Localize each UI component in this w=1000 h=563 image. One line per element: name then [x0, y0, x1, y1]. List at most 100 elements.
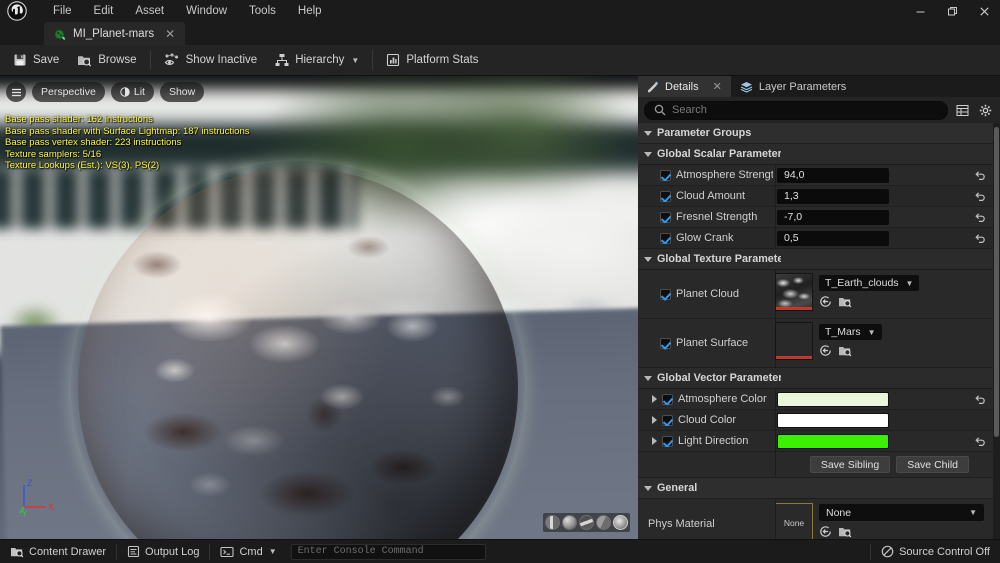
- parameter-row-cloud-color[interactable]: Cloud Color: [638, 410, 993, 431]
- category-global-vector-parameters[interactable]: Global Vector Parameter Valu: [638, 368, 993, 389]
- output-log-button[interactable]: Output Log: [117, 540, 209, 563]
- plane-preview-button[interactable]: [579, 515, 594, 530]
- parameter-label: Planet Cloud: [676, 288, 739, 300]
- parameter-checkbox[interactable]: [660, 337, 671, 349]
- revert-arrow-icon[interactable]: [967, 170, 993, 181]
- menu-file[interactable]: File: [42, 0, 83, 22]
- planet-preview-mesh[interactable]: [78, 168, 518, 539]
- content-drawer-button[interactable]: Content Drawer: [0, 540, 116, 563]
- phys-material-dropdown[interactable]: None ▼: [819, 504, 984, 521]
- parameter-checkbox[interactable]: [662, 414, 673, 426]
- texture-asset-picker[interactable]: T_Earth_clouds ▼: [819, 275, 920, 291]
- platform-stats-button[interactable]: Platform Stats: [377, 47, 487, 73]
- browse-to-asset-icon[interactable]: [838, 295, 852, 313]
- viewport-show-flags-button[interactable]: Show: [159, 82, 205, 102]
- parameter-row-atmosphere-color[interactable]: Atmosphere Color: [638, 389, 993, 410]
- maximize-button[interactable]: [936, 0, 968, 22]
- details-scrollbar[interactable]: [993, 123, 1000, 539]
- tab-layer-parameters[interactable]: Layer Parameters: [731, 76, 855, 97]
- settings-gear-icon[interactable]: [977, 102, 994, 119]
- close-window-button[interactable]: [968, 0, 1000, 22]
- revert-arrow-icon[interactable]: [967, 212, 993, 223]
- menu-edit[interactable]: Edit: [83, 0, 125, 22]
- tab-details[interactable]: Details ✕: [638, 76, 731, 97]
- parameter-label: Light Direction: [678, 435, 749, 447]
- tab-mi-planet-mars[interactable]: MI_Planet-mars ✕: [44, 22, 186, 45]
- revert-arrow-icon[interactable]: [967, 394, 993, 405]
- parameter-row-glow-crank[interactable]: Glow Crank 0,5: [638, 228, 993, 249]
- menu-window[interactable]: Window: [175, 0, 238, 22]
- menu-asset[interactable]: Asset: [124, 0, 175, 22]
- revert-arrow-icon[interactable]: [967, 233, 993, 244]
- custom-mesh-preview-button[interactable]: [613, 515, 628, 530]
- cube-preview-button[interactable]: [596, 515, 611, 530]
- browse-button[interactable]: Browse: [68, 47, 145, 73]
- viewport-menu-button[interactable]: [6, 82, 26, 102]
- parameter-value-cell: -7,0: [773, 209, 967, 225]
- category-general[interactable]: General: [638, 478, 993, 499]
- table-view-icon[interactable]: [954, 102, 971, 119]
- expand-triangle-icon[interactable]: [652, 395, 657, 403]
- save-child-button[interactable]: Save Child: [896, 456, 969, 473]
- expand-triangle-icon[interactable]: [652, 416, 657, 424]
- color-swatch[interactable]: [777, 412, 889, 428]
- texture-asset-picker[interactable]: T_Mars ▼: [819, 324, 882, 340]
- parameter-checkbox[interactable]: [660, 288, 671, 300]
- category-parameter-groups[interactable]: Parameter Groups: [638, 123, 993, 144]
- numeric-input[interactable]: 94,0: [777, 167, 889, 183]
- color-swatch[interactable]: [777, 391, 889, 407]
- parameter-row-cloud-amount[interactable]: Cloud Amount 1,3: [638, 186, 993, 207]
- save-button[interactable]: Save: [4, 47, 68, 73]
- scrollbar-thumb[interactable]: [994, 127, 999, 437]
- console-command-input[interactable]: Enter Console Command: [290, 543, 486, 560]
- parameter-checkbox[interactable]: [660, 169, 671, 181]
- parameter-row-phys-material[interactable]: Phys Material None None ▼: [638, 499, 993, 539]
- viewport-camera-mode-button[interactable]: Perspective: [32, 82, 105, 102]
- numeric-input[interactable]: -7,0: [777, 209, 889, 225]
- parameter-row-light-direction[interactable]: Light Direction: [638, 431, 993, 452]
- browse-to-asset-icon[interactable]: [838, 344, 852, 362]
- sphere-preview-button[interactable]: [562, 515, 577, 530]
- show-inactive-button[interactable]: Show Inactive: [155, 47, 267, 73]
- source-control-button[interactable]: Source Control Off: [871, 540, 1000, 563]
- revert-arrow-icon[interactable]: [967, 191, 993, 202]
- parameter-checkbox[interactable]: [660, 190, 671, 202]
- parameter-row-planet-cloud[interactable]: Planet Cloud T_Earth_clouds ▼: [638, 270, 993, 319]
- numeric-input[interactable]: 1,3: [777, 188, 889, 204]
- use-selected-asset-icon[interactable]: [819, 344, 832, 362]
- category-global-scalar-parameters[interactable]: Global Scalar Parameter Valu: [638, 144, 993, 165]
- parameter-checkbox[interactable]: [662, 393, 673, 405]
- numeric-input[interactable]: 0,5: [777, 230, 889, 246]
- expand-triangle-icon[interactable]: [652, 437, 657, 445]
- viewport-view-mode-button[interactable]: Lit: [110, 82, 154, 102]
- category-global-texture-parameters[interactable]: Global Texture Parameter Va: [638, 249, 993, 270]
- use-selected-asset-icon[interactable]: [819, 525, 832, 539]
- color-swatch[interactable]: [777, 433, 889, 449]
- minimize-button[interactable]: [904, 0, 936, 22]
- browse-to-asset-icon[interactable]: [838, 525, 852, 539]
- details-scroll-area[interactable]: Parameter Groups Global Scalar Parameter…: [638, 123, 1000, 539]
- hierarchy-button[interactable]: Hierarchy ▼: [266, 47, 368, 73]
- revert-arrow-icon[interactable]: [967, 436, 993, 447]
- unreal-engine-logo-icon[interactable]: [0, 0, 34, 22]
- menu-help[interactable]: Help: [287, 0, 333, 22]
- material-preview-viewport[interactable]: Perspective Lit Show Base pass shader: 1…: [0, 76, 638, 539]
- use-selected-asset-icon[interactable]: [819, 295, 832, 313]
- parameter-checkbox[interactable]: [660, 211, 671, 223]
- details-tab-close-icon[interactable]: ✕: [713, 80, 722, 93]
- parameter-value-cell: 0,5: [773, 230, 967, 246]
- phys-material-thumbnail[interactable]: None: [775, 503, 813, 539]
- parameter-checkbox[interactable]: [660, 232, 671, 244]
- parameter-row-atmosphere-strength[interactable]: Atmosphere Strength 94,0: [638, 165, 993, 186]
- search-input[interactable]: Search: [644, 100, 948, 120]
- tab-close-icon[interactable]: ✕: [161, 28, 179, 40]
- parameter-checkbox[interactable]: [662, 435, 673, 447]
- cmd-selector-button[interactable]: Cmd ▼: [210, 540, 286, 563]
- mars-thumbnail[interactable]: [775, 322, 813, 360]
- menu-tools[interactable]: Tools: [238, 0, 287, 22]
- parameter-row-planet-surface[interactable]: Planet Surface T_Mars ▼: [638, 319, 993, 368]
- clouds-thumbnail[interactable]: [775, 273, 813, 311]
- cylinder-preview-button[interactable]: [545, 515, 560, 530]
- parameter-row-fresnel-strength[interactable]: Fresnel Strength -7,0: [638, 207, 993, 228]
- save-sibling-button[interactable]: Save Sibling: [809, 456, 891, 473]
